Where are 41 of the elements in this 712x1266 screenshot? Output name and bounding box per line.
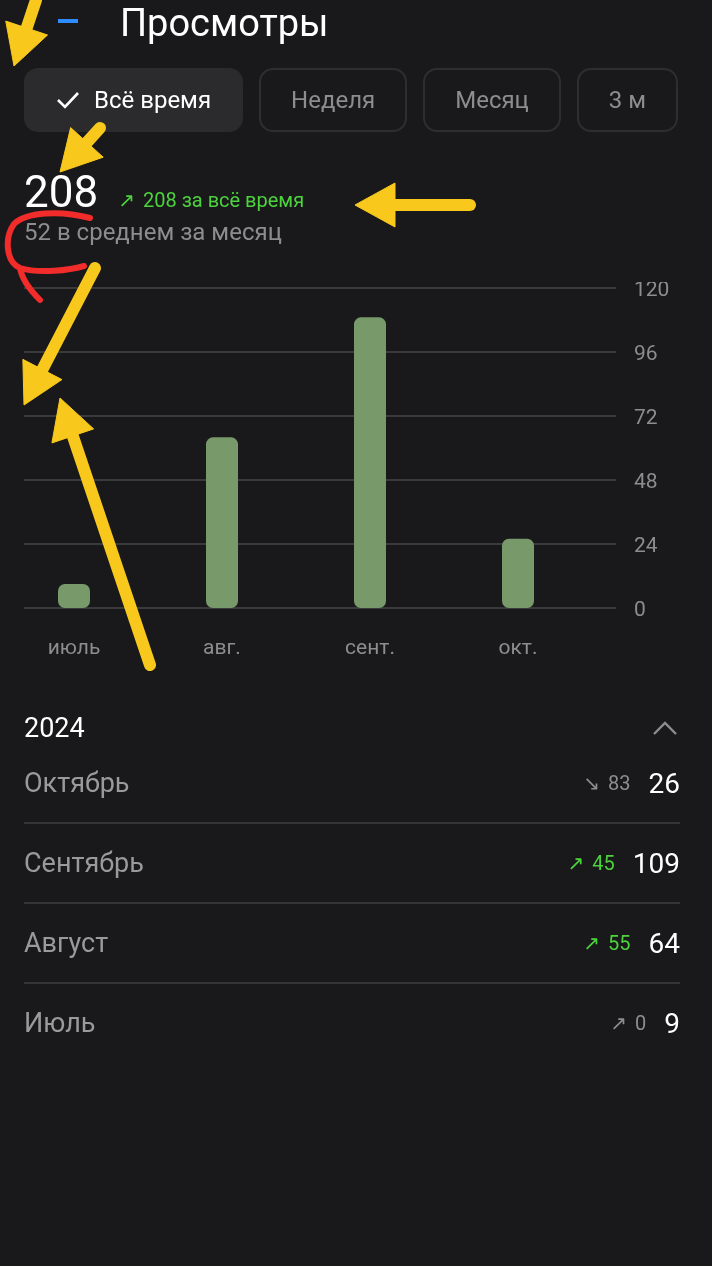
chart-bar bbox=[58, 584, 90, 608]
axis-category-label: сент. bbox=[345, 635, 395, 659]
month-views: 26 bbox=[648, 766, 680, 800]
axis-tick-label: 72 bbox=[634, 405, 658, 429]
trend-arrow-icon: ↗ bbox=[118, 188, 135, 212]
axis-category-label: июль bbox=[47, 635, 101, 659]
chevron-up-icon[interactable] bbox=[652, 720, 678, 736]
period-tab[interactable]: Неделя bbox=[259, 68, 408, 132]
axis-category-label: окт. bbox=[498, 635, 538, 659]
month-name: Июль bbox=[24, 1007, 97, 1039]
axis-tick-label: 24 bbox=[634, 533, 658, 557]
period-tab[interactable]: Месяц bbox=[423, 68, 561, 132]
month-change: 45 bbox=[592, 851, 615, 875]
month-name: Сентябрь bbox=[24, 847, 145, 879]
monthly-average: 52 в среднем за месяц bbox=[24, 218, 283, 246]
month-name: Октябрь bbox=[24, 767, 131, 799]
month-change: 0 bbox=[635, 1011, 647, 1035]
axis-category-label: авг. bbox=[203, 635, 241, 659]
chart-bar bbox=[502, 538, 534, 608]
axis-tick-label: 0 bbox=[634, 597, 646, 621]
year-heading: 2024 bbox=[24, 712, 85, 744]
month-views: 109 bbox=[632, 846, 680, 880]
total-change: 208 за всё время bbox=[142, 188, 305, 212]
month-change: 83 bbox=[608, 771, 631, 795]
month-name: Август bbox=[24, 927, 110, 959]
trend-arrow-icon: ↗ bbox=[567, 851, 585, 875]
axis-tick-label: 96 bbox=[634, 341, 658, 365]
month-views: 9 bbox=[664, 1006, 680, 1040]
trend-arrow-icon: ↗ bbox=[610, 1011, 627, 1035]
month-change: 55 bbox=[608, 931, 631, 955]
annotation-arrow bbox=[59, 122, 106, 173]
trend-arrow-icon: ↗ bbox=[583, 931, 601, 955]
period-tab[interactable]: Всё время bbox=[24, 68, 244, 132]
page-title: Просмотры bbox=[120, 0, 329, 46]
trend-arrow-icon: ↘ bbox=[583, 771, 601, 795]
check-icon bbox=[56, 90, 80, 110]
month-views: 64 bbox=[648, 926, 680, 960]
total-views: 208 bbox=[24, 168, 99, 216]
period-tab[interactable]: 3 м bbox=[576, 68, 679, 132]
axis-tick-label: 48 bbox=[634, 469, 658, 493]
annotation-arrow bbox=[5, 0, 48, 67]
